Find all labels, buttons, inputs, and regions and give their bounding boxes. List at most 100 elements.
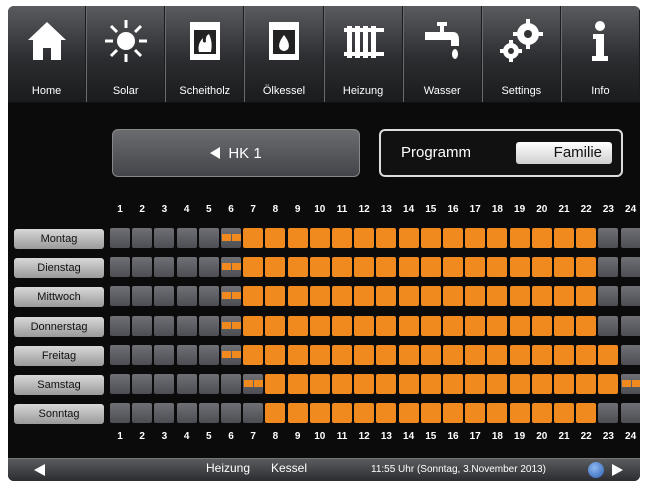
schedule-cell[interactable]	[132, 403, 153, 424]
schedule-cell[interactable]	[398, 344, 419, 365]
schedule-cell[interactable]	[221, 228, 241, 248]
schedule-cell[interactable]	[443, 286, 463, 307]
schedule-cell[interactable]	[176, 344, 197, 365]
schedule-cell[interactable]	[531, 228, 552, 248]
schedule-cell[interactable]	[221, 374, 241, 394]
schedule-cell[interactable]	[531, 286, 552, 307]
schedule-cell[interactable]	[198, 344, 219, 365]
schedule-cell[interactable]	[620, 228, 640, 248]
schedule-cell[interactable]	[465, 374, 486, 394]
schedule-cell[interactable]	[132, 315, 153, 336]
schedule-cell[interactable]	[265, 228, 286, 248]
schedule-cell[interactable]	[531, 344, 552, 365]
schedule-cell[interactable]	[420, 257, 441, 278]
schedule-cell[interactable]	[398, 315, 419, 336]
schedule-cell[interactable]	[287, 403, 308, 424]
day-label[interactable]: Sonntag	[14, 404, 104, 425]
schedule-cell[interactable]	[287, 344, 308, 365]
day-label[interactable]: Mittwoch	[14, 287, 104, 308]
schedule-cell[interactable]	[110, 403, 130, 424]
schedule-cell[interactable]	[176, 403, 197, 424]
nav-oelkessel[interactable]: Ölkessel	[244, 6, 324, 102]
schedule-cell[interactable]	[110, 344, 130, 365]
schedule-cell[interactable]	[354, 374, 375, 394]
schedule-cell[interactable]	[354, 403, 375, 424]
schedule-cell[interactable]	[554, 403, 574, 424]
schedule-cell[interactable]	[398, 228, 419, 248]
schedule-cell[interactable]	[509, 257, 530, 278]
schedule-cell[interactable]	[332, 374, 352, 394]
schedule-cell[interactable]	[354, 228, 375, 248]
schedule-cell[interactable]	[354, 286, 375, 307]
schedule-cell[interactable]	[309, 228, 330, 248]
schedule-cell[interactable]	[154, 315, 175, 336]
schedule-cell[interactable]	[620, 403, 640, 424]
schedule-cell[interactable]	[332, 315, 352, 336]
schedule-cell[interactable]	[598, 344, 619, 365]
schedule-cell[interactable]	[176, 257, 197, 278]
schedule-cell[interactable]	[287, 374, 308, 394]
schedule-cell[interactable]	[198, 315, 219, 336]
schedule-cell[interactable]	[598, 315, 619, 336]
program-select[interactable]: Familie	[516, 142, 612, 164]
schedule-cell[interactable]	[509, 286, 530, 307]
schedule-cell[interactable]	[598, 228, 619, 248]
schedule-cell[interactable]	[576, 374, 597, 394]
day-label[interactable]: Montag	[14, 229, 104, 249]
schedule-cell[interactable]	[154, 344, 175, 365]
schedule-cell[interactable]	[221, 257, 241, 278]
schedule-cell[interactable]	[376, 286, 397, 307]
schedule-cell[interactable]	[554, 257, 574, 278]
forward-arrow-icon[interactable]	[612, 464, 623, 476]
schedule-cell[interactable]	[265, 257, 286, 278]
schedule-cell[interactable]	[221, 344, 241, 365]
schedule-cell[interactable]	[243, 315, 264, 336]
schedule-cell[interactable]	[221, 315, 241, 336]
schedule-cell[interactable]	[620, 344, 640, 365]
schedule-cell[interactable]	[465, 257, 486, 278]
schedule-cell[interactable]	[576, 403, 597, 424]
schedule-cell[interactable]	[332, 228, 352, 248]
schedule-cell[interactable]	[443, 257, 463, 278]
nav-settings[interactable]: Settings	[481, 6, 561, 102]
schedule-cell[interactable]	[509, 374, 530, 394]
schedule-cell[interactable]	[420, 228, 441, 248]
schedule-cell[interactable]	[132, 257, 153, 278]
day-label[interactable]: Freitag	[14, 345, 104, 366]
schedule-cell[interactable]	[132, 374, 153, 394]
schedule-cell[interactable]	[576, 257, 597, 278]
schedule-cell[interactable]	[332, 286, 352, 307]
schedule-cell[interactable]	[110, 228, 130, 248]
schedule-cell[interactable]	[465, 344, 486, 365]
schedule-cell[interactable]	[198, 374, 219, 394]
schedule-cell[interactable]	[531, 403, 552, 424]
tab-kessel[interactable]: Kessel	[271, 461, 307, 475]
schedule-cell[interactable]	[443, 344, 463, 365]
schedule-cell[interactable]	[576, 228, 597, 248]
schedule-cell[interactable]	[309, 286, 330, 307]
day-label[interactable]: Dienstag	[14, 258, 104, 279]
schedule-cell[interactable]	[376, 403, 397, 424]
schedule-cell[interactable]	[487, 228, 508, 248]
schedule-cell[interactable]	[465, 286, 486, 307]
schedule-cell[interactable]	[332, 257, 352, 278]
schedule-cell[interactable]	[243, 286, 264, 307]
nav-info[interactable]: Info	[560, 6, 640, 102]
schedule-cell[interactable]	[309, 344, 330, 365]
schedule-cell[interactable]	[509, 403, 530, 424]
schedule-cell[interactable]	[265, 286, 286, 307]
schedule-cell[interactable]	[110, 286, 130, 307]
schedule-cell[interactable]	[398, 374, 419, 394]
schedule-cell[interactable]	[376, 374, 397, 394]
schedule-cell[interactable]	[598, 286, 619, 307]
schedule-cell[interactable]	[154, 286, 175, 307]
schedule-cell[interactable]	[576, 315, 597, 336]
schedule-cell[interactable]	[132, 344, 153, 365]
schedule-cell[interactable]	[420, 286, 441, 307]
schedule-cell[interactable]	[132, 286, 153, 307]
schedule-cell[interactable]	[554, 374, 574, 394]
schedule-cell[interactable]	[398, 403, 419, 424]
schedule-cell[interactable]	[287, 286, 308, 307]
schedule-cell[interactable]	[154, 257, 175, 278]
schedule-cell[interactable]	[487, 344, 508, 365]
